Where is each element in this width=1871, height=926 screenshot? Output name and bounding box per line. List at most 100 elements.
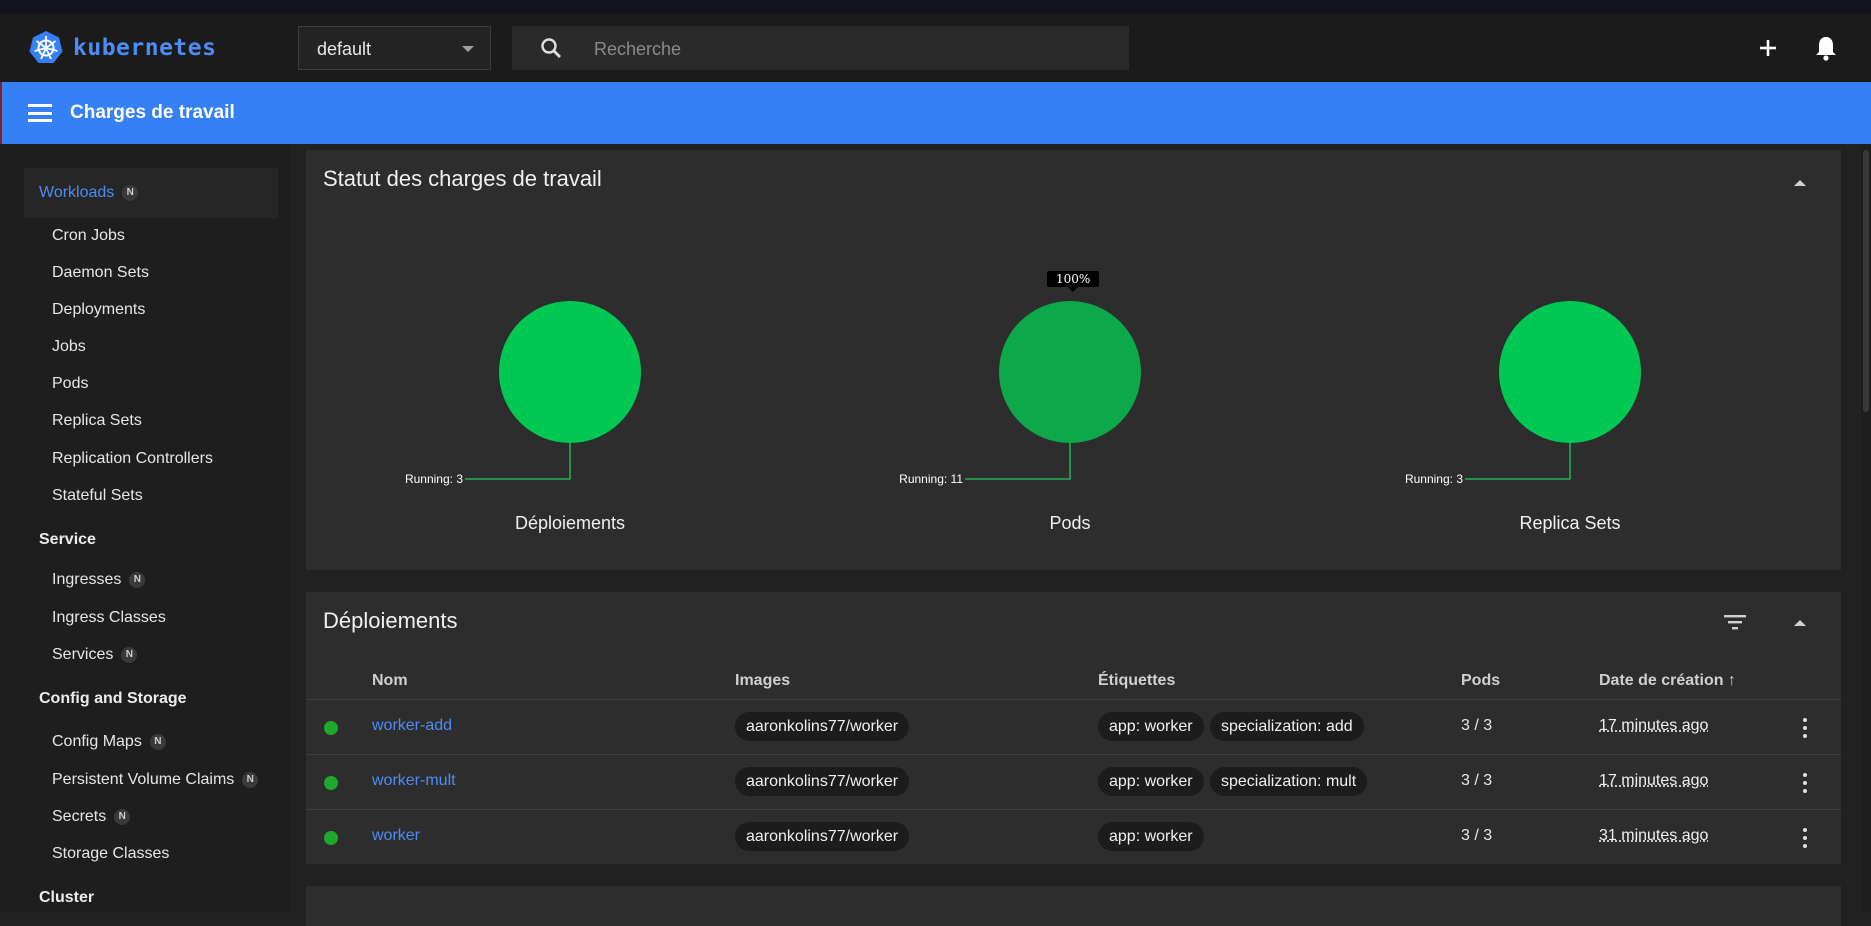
- more-vert-icon[interactable]: [1803, 718, 1807, 738]
- namespace-select[interactable]: default: [298, 26, 491, 70]
- sidebar-item-pods[interactable]: Pods: [52, 375, 88, 393]
- label-chip: app: worker: [1098, 712, 1204, 741]
- column-header-name[interactable]: Nom: [372, 672, 408, 690]
- notifications-bell-icon[interactable]: [1813, 34, 1839, 62]
- deployment-name-link[interactable]: worker-add: [372, 717, 452, 735]
- sidebar-item-storage-classes[interactable]: Storage Classes: [52, 845, 169, 863]
- status-running-icon: [324, 831, 338, 845]
- table-row: worker-mult aaronkolins77/worker app: wo…: [306, 754, 1841, 810]
- label-chip: specialization: add: [1210, 712, 1364, 741]
- sidebar-group-config-and-storage[interactable]: Config and Storage: [39, 690, 187, 708]
- sidebar-item-services[interactable]: Services N: [52, 646, 137, 664]
- sidebar-item-label: Secrets: [52, 808, 106, 826]
- pie-slice-running[interactable]: [499, 301, 641, 443]
- label-chip: app: worker: [1098, 822, 1204, 851]
- label-chip: app: worker: [1098, 767, 1204, 796]
- status-pie-charts: Running: 3 Running: 11 Running: 3: [306, 150, 1841, 570]
- namespace-value: default: [317, 39, 371, 60]
- deployment-name-link[interactable]: worker-mult: [372, 772, 456, 790]
- new-badge: N: [242, 772, 258, 788]
- sidebar-item-replication-controllers[interactable]: Replication Controllers: [52, 450, 213, 468]
- status-running-icon: [324, 776, 338, 790]
- sidebar-item-ingresses[interactable]: Ingresses N: [52, 571, 145, 589]
- sidebar-item-label: Replication Controllers: [52, 450, 213, 468]
- image-chip: aaronkolins77/worker: [735, 822, 909, 851]
- pie-slice-running[interactable]: [999, 301, 1141, 443]
- sidebar-item-ingress-classes[interactable]: Ingress Classes: [52, 609, 166, 627]
- sidebar-item-stateful-sets[interactable]: Stateful Sets: [52, 487, 143, 505]
- sidebar: Workloads N Cron Jobs Daemon Sets Deploy…: [0, 144, 290, 912]
- pods-count: 3 / 3: [1461, 827, 1492, 845]
- search-input[interactable]: [592, 26, 1116, 72]
- sidebar-item-label: Pods: [52, 375, 88, 393]
- status-running-icon: [324, 721, 338, 735]
- new-badge: N: [114, 809, 130, 825]
- column-header-created[interactable]: Date de création ↑: [1599, 672, 1736, 690]
- page-header-bar: Charges de travail: [2, 82, 1871, 144]
- deployments-card: Déploiements Nom Images Étiquettes Pods …: [306, 592, 1841, 864]
- kubernetes-logo[interactable]: kubernetes: [28, 30, 216, 66]
- new-badge: N: [122, 185, 138, 201]
- column-header-images: Images: [735, 672, 790, 690]
- sidebar-item-label: Daemon Sets: [52, 264, 149, 282]
- sidebar-item-label: Jobs: [52, 338, 86, 356]
- sidebar-item-daemon-sets[interactable]: Daemon Sets: [52, 264, 149, 282]
- logo-text: kubernetes: [73, 35, 216, 61]
- window-top-strip: [0, 0, 1871, 14]
- sidebar-group-service[interactable]: Service: [39, 531, 96, 549]
- pods-count: 3 / 3: [1461, 717, 1492, 735]
- sidebar-item-secrets[interactable]: Secrets N: [52, 808, 130, 826]
- scrollbar-thumb[interactable]: [1863, 150, 1869, 412]
- created-date: 31 minutes ago: [1599, 827, 1708, 845]
- sidebar-item-label: Cron Jobs: [52, 227, 125, 245]
- label-chip: specialization: mult: [1210, 767, 1367, 796]
- sidebar-group-label: Config and Storage: [39, 690, 187, 708]
- sidebar-item-config-maps[interactable]: Config Maps N: [52, 733, 166, 751]
- filter-icon[interactable]: [1724, 614, 1746, 630]
- pie-slice-running[interactable]: [1499, 301, 1641, 443]
- slice-label-leader: [465, 443, 570, 479]
- table-row: worker aaronkolins77/worker app: worker …: [306, 809, 1841, 865]
- search-bar[interactable]: [512, 26, 1129, 70]
- search-icon: [539, 36, 563, 60]
- created-date: 17 minutes ago: [1599, 772, 1708, 790]
- sidebar-item-label: Stateful Sets: [52, 487, 143, 505]
- new-badge: N: [121, 647, 137, 663]
- sidebar-item-replica-sets[interactable]: Replica Sets: [52, 412, 142, 430]
- chart-caption-deployments: Déploiements: [460, 513, 680, 534]
- sidebar-item-persistent-volume-claims[interactable]: Persistent Volume Claims N: [52, 771, 258, 789]
- chart-caption-replica-sets: Replica Sets: [1460, 513, 1680, 534]
- sidebar-group-cluster[interactable]: Cluster: [39, 889, 94, 907]
- card-title: Déploiements: [323, 608, 458, 634]
- add-icon[interactable]: [1756, 36, 1780, 60]
- deployment-name-link[interactable]: worker: [372, 827, 420, 845]
- workload-status-card: Statut des charges de travail Running: 3…: [306, 150, 1841, 570]
- new-badge: N: [150, 734, 166, 750]
- collapse-icon[interactable]: [1794, 620, 1806, 626]
- slice-label-leader: [1465, 443, 1570, 479]
- sidebar-group-label: Service: [39, 531, 96, 549]
- sidebar-group-workloads[interactable]: Workloads N: [39, 184, 138, 202]
- sidebar-item-label: Deployments: [52, 301, 145, 319]
- kubernetes-wheel-icon: [28, 30, 64, 66]
- more-vert-icon[interactable]: [1803, 773, 1807, 793]
- slice-label: Running: 3: [1405, 472, 1463, 486]
- sidebar-group-label: Workloads: [39, 184, 114, 202]
- sidebar-item-label: Ingress Classes: [52, 609, 166, 627]
- page-title: Charges de travail: [70, 102, 235, 124]
- page-scrollbar[interactable]: [1861, 144, 1871, 912]
- image-chip: aaronkolins77/worker: [735, 712, 909, 741]
- sidebar-item-label: Ingresses: [52, 571, 121, 589]
- sidebar-item-cron-jobs[interactable]: Cron Jobs: [52, 227, 125, 245]
- sidebar-item-jobs[interactable]: Jobs: [52, 338, 86, 356]
- new-badge: N: [129, 572, 145, 588]
- sidebar-item-deployments[interactable]: Deployments: [52, 301, 145, 319]
- sidebar-item-label: Services: [52, 646, 113, 664]
- pie-tooltip: 100%: [1047, 271, 1099, 287]
- image-chip: aaronkolins77/worker: [735, 767, 909, 796]
- column-header-pods: Pods: [1461, 672, 1500, 690]
- created-date: 17 minutes ago: [1599, 717, 1708, 735]
- menu-icon[interactable]: [28, 104, 52, 122]
- next-card: [306, 886, 1841, 926]
- more-vert-icon[interactable]: [1803, 828, 1807, 848]
